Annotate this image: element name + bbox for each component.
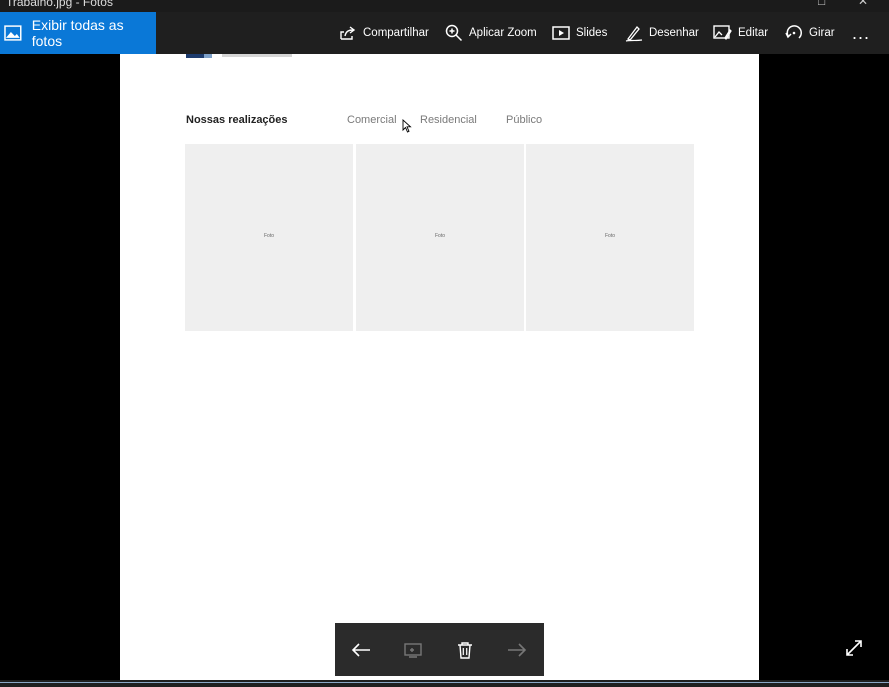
trash-icon — [458, 641, 472, 659]
logo-fragment-accent — [204, 54, 212, 58]
add-to-album-button[interactable] — [387, 623, 439, 676]
delete-button[interactable] — [439, 623, 491, 676]
rotate-icon — [785, 25, 802, 39]
previous-button[interactable] — [335, 623, 387, 676]
share-button[interactable]: Compartilhar — [339, 12, 429, 54]
title-bar: Trabalho.jpg - Fotos □ ✕ — [0, 0, 889, 12]
arrow-left-icon — [351, 642, 370, 657]
photo-label: Foto — [263, 233, 274, 239]
arrow-right-icon — [508, 642, 527, 657]
photo-placeholder: Foto — [185, 144, 353, 331]
photo-placeholder: Foto — [526, 144, 694, 331]
zoom-label: Aplicar Zoom — [469, 27, 537, 39]
view-all-photos-button[interactable]: Exibir todas as fotos — [0, 12, 156, 54]
rotate-button[interactable]: Girar — [785, 12, 835, 54]
share-label: Compartilhar — [363, 27, 429, 39]
view-all-photos-label: Exibir todas as fotos — [31, 17, 124, 49]
bottom-edge — [0, 680, 889, 687]
image-canvas: Nossas realizações Comercial Residencial… — [120, 54, 759, 680]
draw-button[interactable]: Desenhar — [625, 12, 699, 54]
slides-button[interactable]: Slides — [552, 12, 607, 54]
pen-icon — [625, 26, 643, 42]
zoom-button[interactable]: Aplicar Zoom — [445, 12, 537, 54]
logo-text-fragment — [222, 54, 292, 57]
photo-icon — [4, 25, 22, 41]
bottom-navigation-bar — [335, 623, 544, 676]
window-title: Trabalho.jpg - Fotos — [6, 0, 113, 9]
section-heading: Nossas realizações — [186, 114, 288, 126]
maximize-icon[interactable]: □ — [818, 0, 825, 8]
edit-image-icon — [713, 25, 732, 41]
album-icon — [404, 642, 422, 658]
photo-label: Foto — [434, 233, 445, 239]
more-options-button[interactable]: ... — [852, 12, 870, 54]
nav-link-publico: Público — [506, 114, 543, 126]
slideshow-icon — [552, 26, 570, 40]
nav-link-residencial: Residencial — [420, 114, 477, 126]
mouse-cursor-icon — [402, 119, 412, 133]
bottom-track-line — [0, 682, 889, 683]
edit-button[interactable]: Editar — [713, 12, 768, 54]
photo-placeholder: Foto — [356, 144, 524, 331]
draw-label: Desenhar — [649, 27, 699, 39]
zoom-icon — [445, 24, 463, 42]
nav-link-comercial: Comercial — [347, 114, 397, 126]
next-button[interactable] — [491, 623, 543, 676]
edit-label: Editar — [738, 27, 769, 39]
slides-label: Slides — [576, 27, 608, 39]
close-icon[interactable]: ✕ — [858, 0, 868, 8]
share-icon — [340, 26, 356, 40]
photo-label: Foto — [604, 233, 615, 239]
fullscreen-icon[interactable] — [844, 638, 864, 658]
rotate-label: Girar — [809, 27, 835, 39]
